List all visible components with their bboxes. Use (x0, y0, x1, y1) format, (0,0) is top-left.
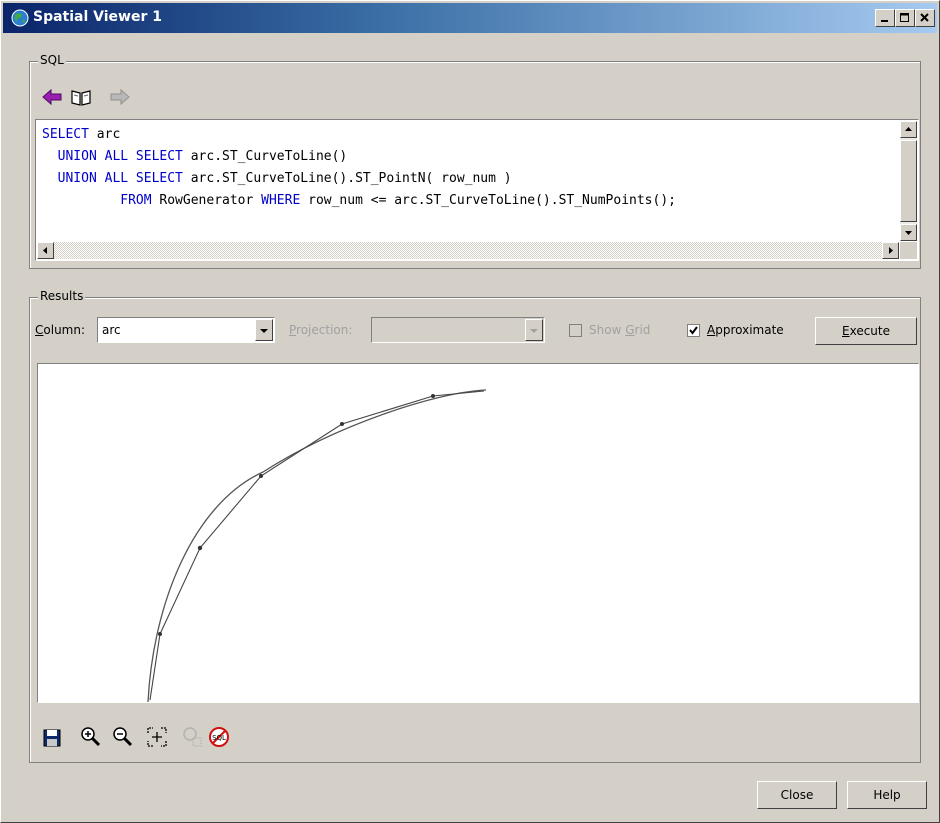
minimize-button[interactable] (875, 9, 895, 27)
sql-line: FROM RowGenerator WHERE row_num <= arc.S… (42, 190, 676, 212)
zoom-selection-icon[interactable] (181, 725, 205, 749)
sql-token: arc.ST_CurveToLine() (182, 149, 348, 164)
scroll-up-button[interactable] (900, 121, 917, 138)
help-button[interactable]: Help (847, 781, 927, 809)
sql-query-text[interactable]: SELECT arc UNION ALL SELECT arc.ST_Curve… (42, 124, 676, 212)
close-icon (920, 13, 929, 22)
show-grid-checkbox[interactable] (569, 324, 582, 337)
vertical-scrollbar[interactable] (900, 121, 917, 241)
sql-token: row_num <= arc.ST_CurveToLine().ST_NumPo… (300, 193, 676, 208)
maximize-button[interactable] (895, 9, 915, 27)
arc-point (340, 422, 344, 426)
checkmark-icon (689, 326, 698, 335)
arc-linestring (149, 390, 485, 701)
arc-curve (147, 389, 487, 703)
arc-point (431, 394, 435, 398)
scroll-left-button[interactable] (37, 242, 54, 259)
arrow-left-icon (43, 247, 47, 254)
save-icon[interactable] (41, 727, 63, 749)
sql-line: UNION ALL SELECT arc.ST_CurveToLine() (42, 146, 676, 168)
arrow-down-icon (905, 231, 912, 235)
zoom-fit-icon[interactable] (145, 725, 169, 749)
svg-text:SQL: SQL (212, 734, 226, 742)
scroll-thumb[interactable] (900, 140, 917, 222)
sql-group-label: SQL (38, 53, 66, 67)
close-button[interactable]: Close (757, 781, 837, 809)
horizontal-scrollbar[interactable] (37, 242, 899, 259)
spatial-viewer-window: Spatial Viewer 1 SQL SELECT arc UNION AL… (0, 0, 940, 823)
results-group-label: Results (38, 289, 86, 303)
sql-token: RowGenerator (151, 193, 262, 208)
column-select[interactable]: arc (97, 317, 275, 343)
arc-point (197, 545, 203, 551)
scroll-down-button[interactable] (900, 224, 917, 241)
sql-editor[interactable]: SELECT arc UNION ALL SELECT arc.ST_Curve… (35, 119, 919, 261)
forward-arrow-icon[interactable] (109, 87, 131, 107)
arrow-up-icon (905, 127, 912, 131)
chevron-down-icon (530, 329, 538, 333)
arrow-right-icon (889, 247, 893, 254)
sql-line: SELECT arc (42, 124, 676, 146)
sql-keyword: FROM (42, 193, 152, 208)
sql-token: arc.ST_CurveToLine().ST_PointN( row_num … (182, 171, 512, 186)
book-icon[interactable] (69, 87, 93, 107)
sql-line: UNION ALL SELECT arc.ST_CurveToLine().ST… (42, 168, 676, 190)
window-title: Spatial Viewer 1 (33, 9, 162, 25)
projection-dropdown-button[interactable] (525, 319, 543, 341)
clear-sql-icon[interactable]: SQL (207, 725, 231, 749)
close-window-button[interactable] (915, 9, 935, 27)
approximate-label: Approximate (707, 323, 784, 337)
sql-keyword: UNION ALL SELECT (42, 171, 183, 186)
zoom-out-icon[interactable] (111, 725, 135, 749)
sql-keyword: SELECT (42, 127, 89, 142)
scroll-corner (900, 242, 917, 259)
arc-geometry (147, 389, 487, 703)
title-bar[interactable]: Spatial Viewer 1 (3, 3, 937, 33)
maximize-icon (900, 13, 909, 22)
spatial-canvas[interactable] (37, 363, 919, 703)
column-label: Column: (35, 323, 86, 337)
chevron-down-icon (260, 329, 268, 333)
scroll-right-button[interactable] (882, 242, 899, 259)
arc-point (259, 474, 263, 478)
sql-keyword: UNION ALL SELECT (42, 149, 183, 164)
show-grid-label: Show Grid (589, 323, 651, 337)
column-select-value: arc (102, 323, 121, 337)
projection-select[interactable] (371, 317, 545, 343)
execute-button[interactable]: Execute (815, 317, 917, 345)
projection-label: Projection: (289, 323, 353, 337)
globe-icon (11, 9, 29, 27)
column-dropdown-button[interactable] (255, 319, 273, 341)
back-arrow-icon[interactable] (41, 87, 63, 107)
approximate-checkbox[interactable] (687, 324, 700, 337)
zoom-in-icon[interactable] (79, 725, 103, 749)
minimize-icon (881, 20, 888, 22)
arc-point (158, 632, 162, 636)
sql-token: arc (88, 127, 121, 142)
sql-keyword: WHERE (261, 193, 301, 208)
